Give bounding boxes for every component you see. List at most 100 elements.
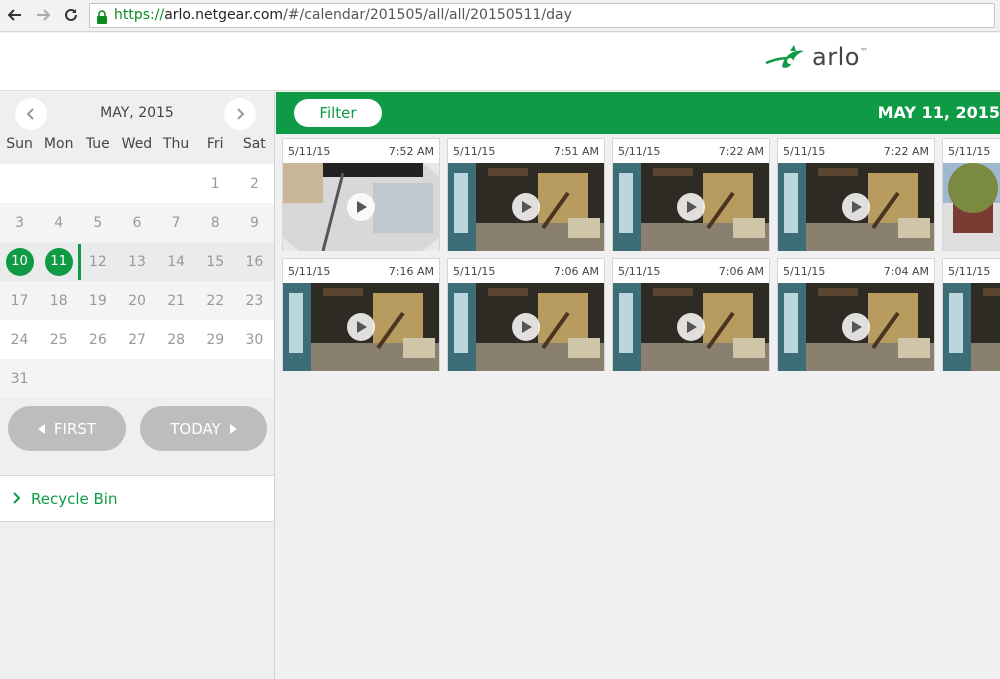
day-number: 16 — [245, 253, 264, 270]
day-number: 25 — [49, 331, 68, 348]
video-clip-card[interactable]: 5/11/15 7:06 AM — [447, 258, 605, 371]
video-clip-card[interactable]: 5/11/15 7:22 AM — [777, 138, 935, 251]
video-clip-card[interactable]: 5/11/15 7:22 AM — [612, 138, 770, 251]
reload-icon[interactable] — [60, 4, 82, 26]
next-month-button[interactable] — [224, 98, 256, 130]
clip-thumbnail[interactable] — [943, 163, 1000, 251]
calendar-day[interactable]: 22 — [196, 281, 235, 320]
video-clip-card[interactable]: 5/11/15 — [942, 258, 1000, 371]
calendar-day[interactable]: 16 — [235, 242, 274, 281]
calendar-week: 12 — [0, 164, 274, 203]
calendar-day[interactable]: 23 — [235, 281, 274, 320]
calendar-day[interactable]: 4 — [39, 203, 78, 242]
clip-time: 7:16 AM — [388, 265, 434, 278]
calendar-week: 3 4 5 6 7 8 9 — [0, 203, 274, 242]
calendar-day[interactable]: 21 — [157, 281, 196, 320]
clip-time: 7:52 AM — [388, 145, 434, 158]
calendar-day[interactable]: 12 — [78, 242, 117, 281]
clip-time: 7:06 AM — [718, 265, 764, 278]
clip-thumbnail[interactable] — [778, 163, 934, 251]
calendar-day[interactable]: 30 — [235, 320, 274, 359]
calendar-day[interactable]: 15 — [196, 242, 235, 281]
calendar-day[interactable]: 19 — [78, 281, 117, 320]
calendar-day[interactable]: 13 — [117, 242, 156, 281]
play-icon[interactable] — [512, 193, 540, 221]
calendar-day[interactable]: 27 — [117, 320, 156, 359]
day-number: 31 — [10, 370, 29, 387]
play-icon[interactable] — [347, 193, 375, 221]
clip-thumbnail[interactable] — [613, 283, 769, 371]
calendar-day[interactable]: 10 — [0, 242, 39, 281]
clip-meta: 5/11/15 7:16 AM — [283, 259, 439, 283]
clip-thumbnail[interactable] — [613, 163, 769, 251]
calendar-day[interactable]: 28 — [157, 320, 196, 359]
clip-date: 5/11/15 — [453, 145, 496, 158]
clip-date: 5/11/15 — [288, 145, 331, 158]
play-icon[interactable] — [677, 313, 705, 341]
video-clip-card[interactable]: 5/11/15 7:52 AM — [282, 138, 440, 251]
recycle-bin-link[interactable]: Recycle Bin — [0, 475, 274, 522]
clip-thumbnail[interactable] — [943, 283, 1000, 371]
clip-thumbnail[interactable] — [283, 163, 439, 251]
weekday-label: Wed — [121, 136, 153, 152]
calendar-day[interactable]: 29 — [196, 320, 235, 359]
today-button[interactable]: TODAY — [140, 406, 267, 451]
calendar-day[interactable]: 7 — [157, 203, 196, 242]
back-icon[interactable] — [4, 4, 26, 26]
forward-icon[interactable] — [32, 4, 54, 26]
day-number: 7 — [171, 214, 181, 231]
day-number: 4 — [54, 214, 64, 231]
calendar-day[interactable]: 2 — [235, 164, 274, 203]
logo-tm: ™ — [859, 47, 868, 56]
clip-date: 5/11/15 — [288, 265, 331, 278]
address-bar[interactable]: https://arlo.netgear.com/#/calendar/2015… — [89, 3, 995, 28]
clip-thumbnail[interactable] — [448, 163, 604, 251]
arlo-logo[interactable]: arlo ™ — [764, 41, 868, 73]
today-marker — [78, 244, 81, 280]
clip-meta: 5/11/15 — [943, 139, 1000, 163]
calendar-day[interactable]: 5 — [78, 203, 117, 242]
clip-meta: 5/11/15 7:22 AM — [778, 139, 934, 163]
video-clip-card[interactable]: 5/11/15 7:04 AM — [777, 258, 935, 371]
calendar-day[interactable]: 8 — [196, 203, 235, 242]
triangle-right-icon — [229, 423, 237, 434]
first-button[interactable]: FIRST — [8, 406, 126, 451]
calendar-day[interactable]: 6 — [117, 203, 156, 242]
calendar-day[interactable]: 17 — [0, 281, 39, 320]
video-clip-card[interactable]: 5/11/15 — [942, 138, 1000, 251]
day-number: 28 — [167, 331, 186, 348]
clip-date: 5/11/15 — [948, 265, 991, 278]
weekday-label: Thu — [162, 136, 190, 152]
calendar-day[interactable]: 25 — [39, 320, 78, 359]
play-icon[interactable] — [677, 193, 705, 221]
video-clip-card[interactable]: 5/11/15 7:16 AM — [282, 258, 440, 371]
play-icon[interactable] — [842, 313, 870, 341]
day-number: 20 — [128, 292, 146, 309]
play-icon[interactable] — [512, 313, 540, 341]
calendar-day[interactable]: 24 — [0, 320, 39, 359]
calendar-day[interactable]: 20 — [117, 281, 156, 320]
clip-thumbnail[interactable] — [283, 283, 439, 371]
play-icon[interactable] — [347, 313, 375, 341]
filter-button[interactable]: Filter — [294, 99, 382, 127]
calendar-day[interactable]: 3 — [0, 203, 39, 242]
video-clip-card[interactable]: 5/11/15 7:06 AM — [612, 258, 770, 371]
calendar-day[interactable]: 11 — [39, 242, 78, 281]
play-icon[interactable] — [842, 193, 870, 221]
day-number: 9 — [249, 214, 259, 231]
clip-thumbnail[interactable] — [778, 283, 934, 371]
calendar-week: 17 18 19 20 21 22 23 — [0, 281, 274, 320]
calendar-day[interactable]: 9 — [235, 203, 274, 242]
calendar-day[interactable]: 1 — [196, 164, 235, 203]
calendar-day[interactable]: 31 — [0, 359, 39, 398]
calendar-grid: 1 2 3 4 5 6 7 8 9 10 11 12 13 14 15 16 17 18 19 20 21 22 23 24 2… — [0, 164, 274, 398]
calendar-day[interactable]: 18 — [39, 281, 78, 320]
app-header: arlo ™ — [0, 33, 1000, 91]
day-number: 15 — [206, 253, 225, 270]
clip-thumbnail[interactable] — [448, 283, 604, 371]
calendar-day[interactable]: 14 — [157, 242, 196, 281]
calendar-day[interactable]: 26 — [78, 320, 117, 359]
day-number: 11 — [44, 247, 73, 276]
video-clip-card[interactable]: 5/11/15 7:51 AM — [447, 138, 605, 251]
day-number: 13 — [128, 253, 146, 270]
